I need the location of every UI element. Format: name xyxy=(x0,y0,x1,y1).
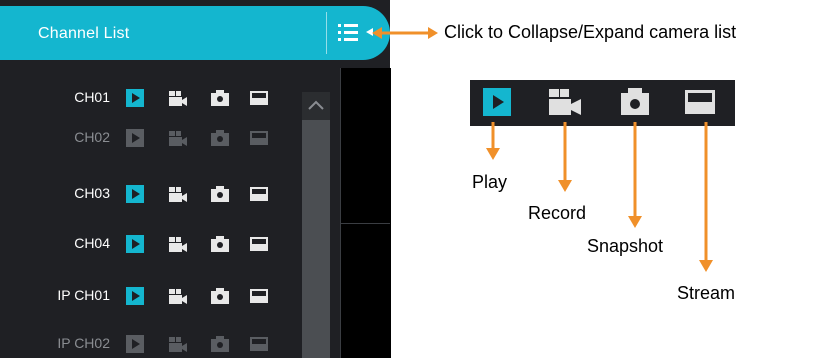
stream-arrow-head xyxy=(699,260,713,272)
snapshot-arrow-head xyxy=(628,216,642,228)
play-arrow-head xyxy=(486,148,500,160)
record-arrow-head xyxy=(558,180,572,192)
collapse-arrow-head-left xyxy=(372,27,382,39)
collapse-arrow-head-right xyxy=(428,27,438,39)
annotation-arrows xyxy=(372,27,713,272)
